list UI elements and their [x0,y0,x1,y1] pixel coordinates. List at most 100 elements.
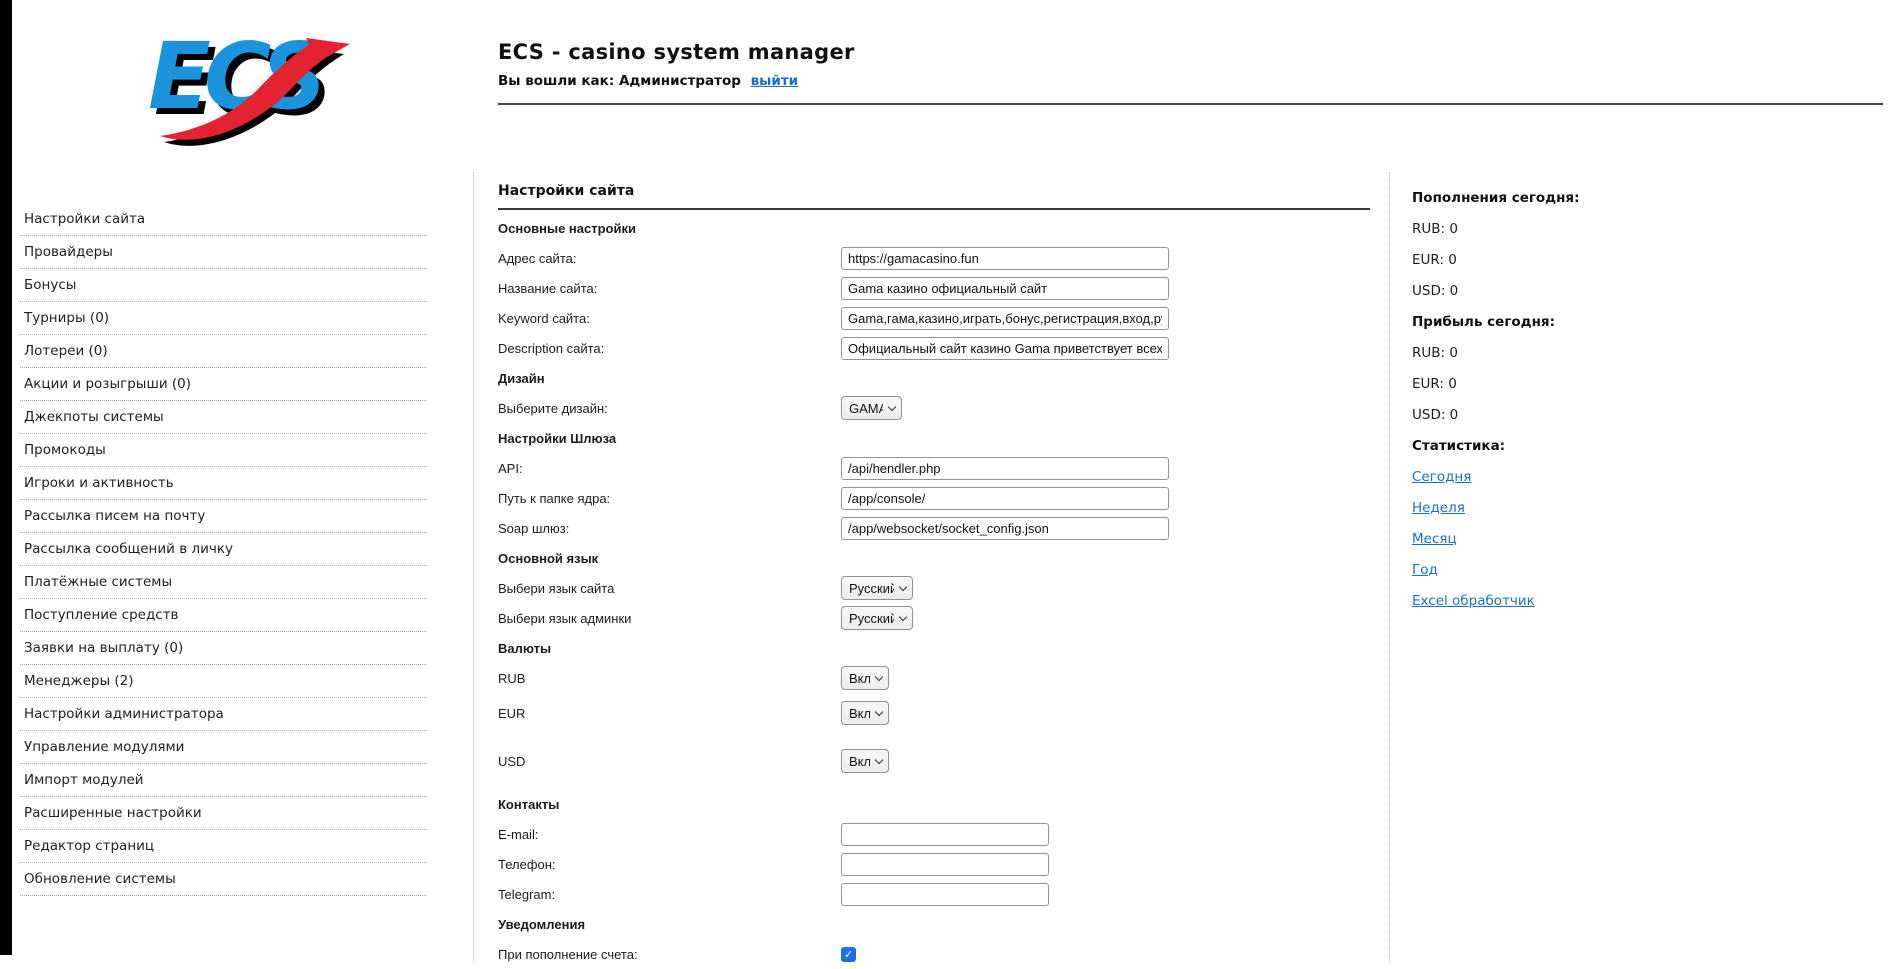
stats-link-row: Год [1412,554,1732,585]
stats-link[interactable]: Сегодня [1412,469,1471,485]
soap-gateway-field[interactable] [841,517,1169,540]
login-status: Вы вошли как: Администратор выйти [498,73,855,89]
field-label: Telegram: [498,887,841,902]
eur-toggle-select[interactable]: Вкл [841,701,889,725]
design-select[interactable]: GAMA [841,396,902,420]
stats-value: RUB: 0 [1412,213,1732,244]
stats-link-row: Excel обработчик [1412,585,1732,616]
sidebar-item-17[interactable]: Управление модулями [20,731,427,764]
admin-language-select[interactable]: Русский [841,606,913,630]
phone-field[interactable] [841,853,1049,876]
sidebar-item-9[interactable]: Игроки и активность [20,467,427,500]
form-section-header: Основные настройки [498,213,1389,243]
field-label: E-mail: [498,827,841,842]
form-row: Keyword сайта: [498,303,1389,333]
deposit-notification-checkbox[interactable]: ✓ [841,947,856,962]
field-label: USD [498,754,841,769]
select-wrapper: Вкл [841,701,889,725]
stats-link[interactable]: Месяц [1412,531,1457,547]
form-row: Телефон: [498,849,1389,879]
form-row: Telegram: [498,879,1389,909]
sidebar-item-7[interactable]: Джекпоты системы [20,401,427,434]
sidebar-item-20[interactable]: Редактор страниц [20,830,427,863]
login-prefix: Вы вошли как: [498,73,614,89]
form-row: API: [498,453,1389,483]
stats-link[interactable]: Неделя [1412,500,1465,516]
stats-value: USD: 0 [1412,399,1732,430]
select-wrapper: Русский [841,606,913,630]
stats-link-row: Сегодня [1412,461,1732,492]
form-section-header: Валюты [498,633,1389,663]
field-label: Soap шлюз: [498,521,841,536]
sidebar-item-21[interactable]: Обновление системы [20,863,427,896]
form-row: EURВкл [498,693,1389,733]
email-field[interactable] [841,823,1049,846]
select-wrapper: Русский [841,576,913,600]
ecs-logo: ECS ECS [138,12,356,154]
stats-link[interactable]: Год [1412,562,1438,578]
page-title: ECS - casino system manager [498,40,855,64]
form-row: RUBВкл [498,663,1389,693]
stats-panel: Пополнения сегодня:RUB: 0EUR: 0 USD: 0 При… [1412,182,1732,616]
form-row: USDВкл [498,733,1389,789]
sidebar-item-8[interactable]: Промокоды [20,434,427,467]
form-row: Выбери язык сайтаРусский [498,573,1389,603]
site-url-field[interactable] [841,247,1169,270]
sidebar-item-3[interactable]: Бонусы [20,269,427,302]
rub-toggle-select[interactable]: Вкл [841,666,889,690]
form-section-header: Уведомления [498,909,1389,939]
field-label: Keyword сайта: [498,311,841,326]
logout-link[interactable]: выйти [751,73,799,89]
sidebar-item-18[interactable]: Импорт модулей [20,764,427,797]
sidebar-item-2[interactable]: Провайдеры [20,236,427,269]
site-description-field[interactable] [841,337,1169,360]
sidebar-item-4[interactable]: Турниры (0) [20,302,427,335]
stats-section-title: Статистика: [1412,430,1732,461]
field-label: Путь к папке ядра: [498,491,841,506]
form-row: Название сайта: [498,273,1389,303]
settings-panel: Настройки сайта Основные настройкиАдрес … [473,172,1390,962]
form-row: При пополнение счета:✓ [498,939,1389,969]
section-label: Валюты [498,641,551,656]
sidebar-item-6[interactable]: Акции и розыгрыши (0) [20,368,427,401]
field-label: Адрес сайта: [498,251,841,266]
site-name-field[interactable] [841,277,1169,300]
site-language-select[interactable]: Русский [841,576,913,600]
section-label: Дизайн [498,371,545,386]
usd-toggle-select[interactable]: Вкл [841,749,889,773]
field-label: Description сайта: [498,341,841,356]
stats-value: EUR: 0 [1412,244,1732,275]
stats-section-title: Прибыль сегодня: [1412,306,1732,337]
sidebar-item-1[interactable]: Настройки сайта [20,203,427,236]
sidebar-item-10[interactable]: Рассылка писем на почту [20,500,427,533]
sidebar-item-5[interactable]: Лотереи (0) [20,335,427,368]
sidebar-item-13[interactable]: Поступление средств [20,599,427,632]
select-wrapper: Вкл [841,666,889,690]
sidebar-item-15[interactable]: Менеджеры (2) [20,665,427,698]
select-wrapper: Вкл [841,749,889,773]
stats-link-row: Неделя [1412,492,1732,523]
form-section-header: Контакты [498,789,1389,819]
field-label: Выбери язык админки [498,611,841,626]
form-section-header: Основной язык [498,543,1389,573]
stats-link[interactable]: Excel обработчик [1412,593,1535,609]
stats-section-title: Пополнения сегодня: [1412,182,1732,213]
sidebar-item-16[interactable]: Настройки администратора [20,698,427,731]
site-keywords-field[interactable] [841,307,1169,330]
telegram-field[interactable] [841,883,1049,906]
sidebar-item-14[interactable]: Заявки на выплату (0) [20,632,427,665]
sidebar-item-12[interactable]: Платёжные системы [20,566,427,599]
login-user: Администратор [619,73,741,89]
api-field[interactable] [841,457,1169,480]
section-title-divider [498,208,1370,210]
field-label: Телефон: [498,857,841,872]
field-label: EUR [498,706,841,721]
sidebar-item-19[interactable]: Расширенные настройки [20,797,427,830]
core-path-field[interactable] [841,487,1169,510]
site-settings-form: Основные настройки Адрес сайта: Название с… [498,213,1389,969]
field-label: Выбери язык сайта [498,581,841,596]
form-row: Soap шлюз: [498,513,1389,543]
sidebar-item-11[interactable]: Рассылка сообщений в личку [20,533,427,566]
form-section-header: Дизайн [498,363,1389,393]
header: ECS - casino system manager Вы вошли как… [498,40,855,89]
